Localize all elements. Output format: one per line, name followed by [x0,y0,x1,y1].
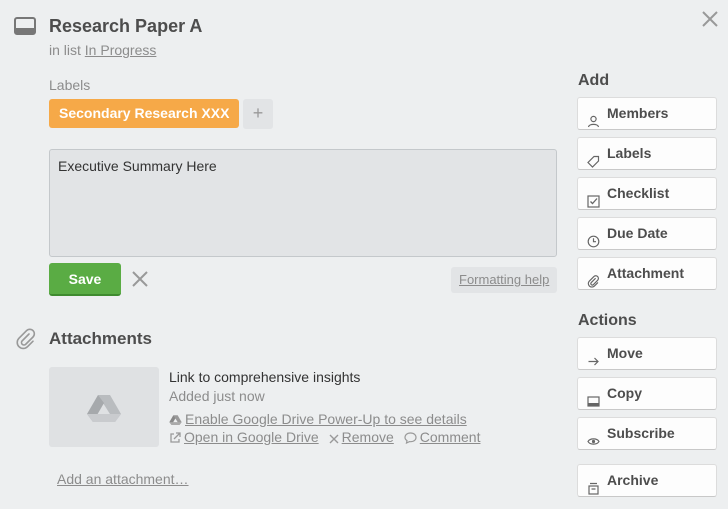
attachment-powerup-row: Enable Google Drive Power-Up to see deta… [169,411,467,429]
copy-button-label: Copy [607,385,642,401]
arrow-right-icon [587,348,600,366]
formatting-help-button[interactable]: Formatting help [451,267,558,293]
copy-button[interactable]: Copy [577,377,717,410]
archive-icon [587,475,600,495]
attachment-name[interactable]: Link to comprehensive insights [169,369,360,385]
comment-icon [404,431,417,447]
remove-attachment-link[interactable]: Remove [342,429,394,445]
members-button[interactable]: Members [577,97,717,130]
labels-button-label: Labels [607,145,652,161]
attachment-actions-row: Open in Google Drive Remove Comment [169,429,480,447]
external-link-icon [169,431,181,447]
checklist-button[interactable]: Checklist [577,177,717,210]
archive-button[interactable]: Archive [577,464,717,497]
tag-icon [587,148,600,168]
description-textarea[interactable]: Executive Summary Here [49,149,557,257]
person-icon [587,108,600,128]
card-icon [14,17,36,35]
open-in-drive-link[interactable]: Open in Google Drive [184,429,319,445]
attachment-thumbnail[interactable] [49,367,159,447]
google-drive-icon [169,413,182,429]
labels-button[interactable]: Labels [577,137,717,170]
list-name-link[interactable]: In Progress [85,42,157,58]
add-attachment-link[interactable]: Add an attachment… [57,471,189,487]
archive-button-label: Archive [607,472,659,488]
comment-attachment-link[interactable]: Comment [420,429,481,445]
add-label-button[interactable]: + [243,99,273,129]
labels-heading: Labels [49,77,91,93]
move-button[interactable]: Move [577,337,717,370]
paperclip-icon [587,268,600,288]
label-chip[interactable]: Secondary Research XXX [49,99,240,128]
remove-icon [329,431,339,447]
members-button-label: Members [607,105,669,121]
checklist-button-label: Checklist [607,185,670,201]
subscribe-button[interactable]: Subscribe [577,417,717,450]
cancel-edit-icon[interactable] [131,270,149,288]
attachments-heading: Attachments [49,329,152,348]
actions-heading: Actions [578,312,637,329]
add-heading: Add [578,72,610,89]
card-list-info: in list In Progress [49,42,156,58]
move-button-label: Move [607,345,643,361]
clock-icon [587,228,600,248]
card-title[interactable]: Research Paper A [49,16,202,37]
subscribe-button-label: Subscribe [607,425,675,441]
attachment-button-label: Attachment [607,265,685,281]
due-date-button-label: Due Date [607,225,668,241]
in-list-prefix: in list [49,42,81,58]
eye-icon [587,428,600,445]
attachment-button[interactable]: Attachment [577,257,717,290]
attachment-added-time: Added just now [169,388,265,404]
enable-powerup-link[interactable]: Enable Google Drive Power-Up to see deta… [185,411,467,427]
due-date-button[interactable]: Due Date [577,217,717,250]
card-icon [587,388,600,407]
save-button[interactable]: Save [49,263,121,296]
paperclip-icon [15,328,37,350]
google-drive-icon [87,395,121,422]
close-icon[interactable] [700,9,720,29]
checkbox-icon [587,188,600,208]
